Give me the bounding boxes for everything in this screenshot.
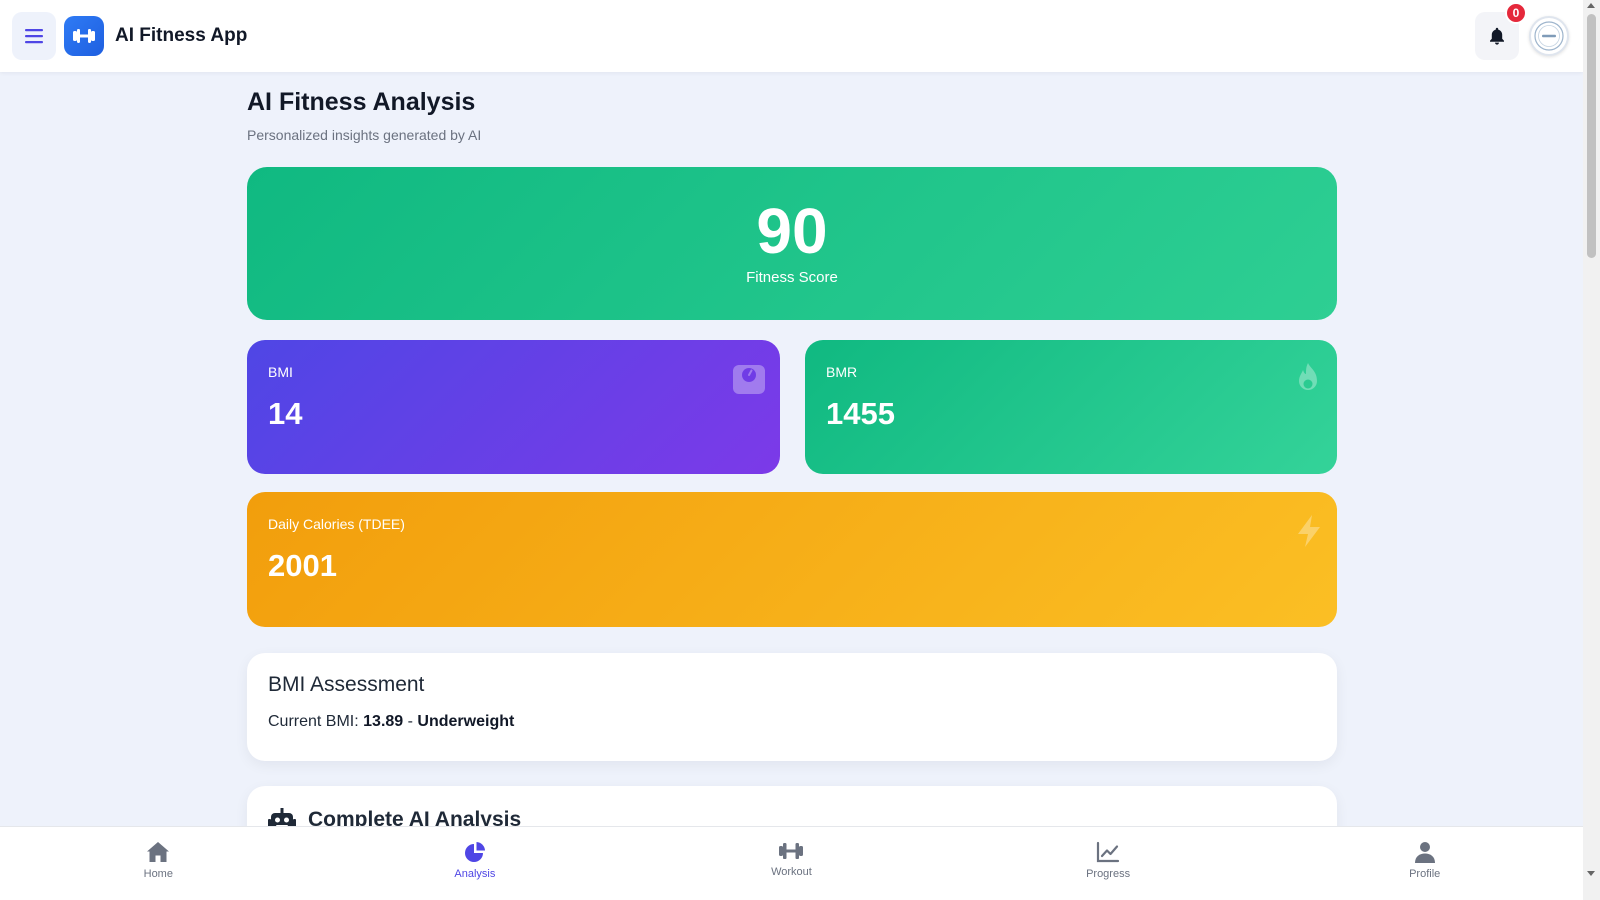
scroll-down-arrow[interactable]: [1587, 871, 1595, 876]
bottom-navigation: Home Analysis Workout Progress Profile: [0, 826, 1583, 900]
avatar-logo-icon: [1534, 21, 1564, 51]
nav-progress[interactable]: Progress: [950, 827, 1267, 900]
lightning-icon: [1298, 515, 1320, 547]
nav-progress-label: Progress: [1086, 868, 1131, 880]
nav-analysis[interactable]: Analysis: [317, 827, 634, 900]
bmi-card: BMI 14: [247, 340, 780, 474]
notification-count-badge: 0: [1505, 2, 1527, 24]
scroll-thumb[interactable]: [1587, 14, 1596, 258]
app-logo[interactable]: [64, 16, 104, 56]
tdee-card: Daily Calories (TDEE) 2001: [247, 492, 1337, 627]
nav-workout[interactable]: Workout: [633, 827, 950, 900]
tdee-value: 2001: [268, 548, 337, 583]
page-title: AI Fitness Analysis: [247, 88, 476, 116]
bmi-assessment-prefix: Current BMI:: [268, 713, 359, 730]
menu-button[interactable]: [12, 12, 56, 60]
user-avatar[interactable]: [1529, 16, 1569, 56]
bmi-assessment-separator: -: [407, 713, 413, 730]
fitness-score-card: 90 Fitness Score: [247, 167, 1337, 320]
nav-home[interactable]: Home: [0, 827, 317, 900]
fitness-score-value: 90: [756, 195, 828, 267]
nav-profile[interactable]: Profile: [1266, 827, 1583, 900]
bmi-assessment-line: Current BMI: 13.89 - Underweight: [268, 713, 1316, 731]
nav-home-label: Home: [143, 868, 173, 880]
nav-workout-label: Workout: [771, 866, 812, 878]
bmi-assessment-value: 13.89: [363, 713, 404, 730]
nav-analysis-label: Analysis: [454, 868, 496, 880]
bmr-label: BMR: [826, 364, 858, 380]
fitness-score-label: Fitness Score: [746, 269, 838, 286]
notifications-button[interactable]: 0: [1475, 2, 1527, 60]
vertical-scrollbar[interactable]: [1583, 0, 1600, 900]
bell-icon: [1490, 27, 1504, 45]
home-icon: [147, 842, 170, 862]
weight-scale-icon: [733, 365, 765, 394]
tdee-label: Daily Calories (TDEE): [268, 516, 405, 532]
top-app-bar: AI Fitness App 0: [0, 0, 1583, 72]
bmi-assessment-title: BMI Assessment: [268, 673, 425, 696]
pie-chart-icon: [464, 842, 485, 862]
dumbbell-icon: [779, 843, 804, 859]
bmi-assessment-category: Underweight: [417, 713, 515, 730]
page-subtitle: Personalized insights generated by AI: [247, 127, 482, 143]
scroll-up-arrow[interactable]: [1587, 3, 1595, 8]
fire-icon: [1299, 363, 1317, 390]
bmr-card: BMR 1455: [805, 340, 1337, 474]
user-icon: [1414, 842, 1435, 863]
bmi-label: BMI: [268, 364, 293, 380]
bmi-value: 14: [268, 396, 303, 431]
bmi-assessment-card: BMI Assessment Current BMI: 13.89 - Unde…: [247, 653, 1337, 761]
app-title: AI Fitness App: [115, 25, 248, 46]
main-content: AI Fitness Analysis Personalized insight…: [247, 88, 1337, 886]
line-chart-icon: [1096, 841, 1120, 863]
nav-profile-label: Profile: [1409, 868, 1441, 880]
dumbbell-icon: [73, 29, 95, 43]
bmr-value: 1455: [826, 396, 895, 431]
hamburger-menu-icon: [25, 29, 43, 44]
